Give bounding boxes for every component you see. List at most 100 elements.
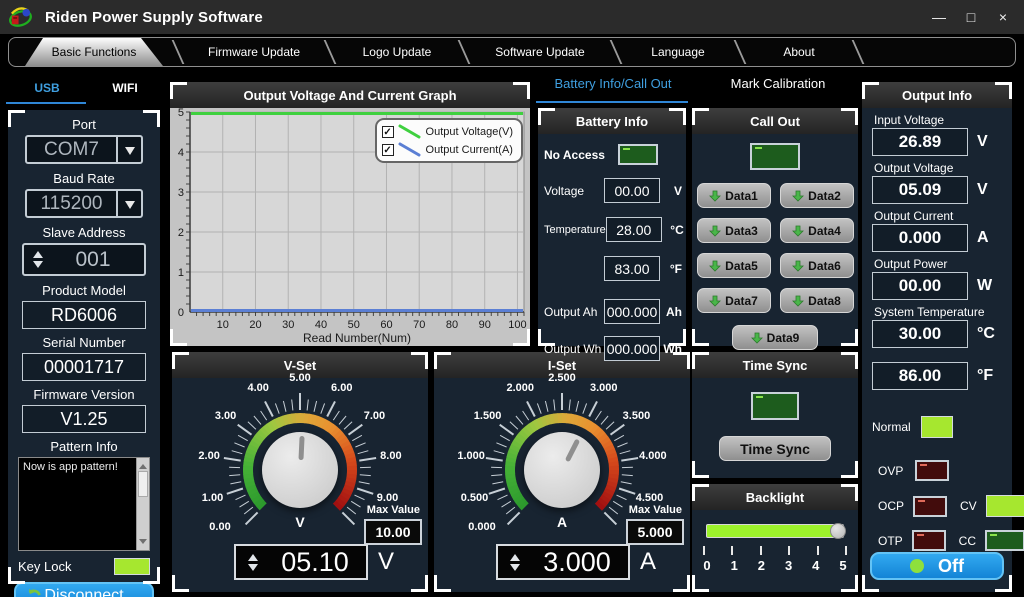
system-temp-f-unit: °F xyxy=(977,367,993,385)
knob-dial[interactable] xyxy=(524,432,600,508)
svg-text:80: 80 xyxy=(446,319,458,331)
ocp-indicator xyxy=(913,496,947,517)
knob-scale-label: 3.500 xyxy=(623,410,651,422)
svg-text:2: 2 xyxy=(178,227,184,239)
knob-scale-label: 4.00 xyxy=(248,382,269,394)
current-series-checkbox[interactable] xyxy=(382,144,394,156)
output-current-value: 0.000 xyxy=(872,224,968,252)
data6-button[interactable]: Data6 xyxy=(780,253,854,278)
step-down-icon[interactable] xyxy=(510,564,520,576)
output-voltage-unit: V xyxy=(977,181,988,199)
svg-text:60: 60 xyxy=(380,319,392,331)
svg-text:100: 100 xyxy=(508,319,526,331)
menu-bar: Basic Functions Firmware Update Logo Upd… xyxy=(8,37,1016,67)
tab-usb[interactable]: USB xyxy=(8,74,86,102)
time-sync-button[interactable]: Time Sync xyxy=(719,436,831,461)
menu-separator xyxy=(610,40,623,64)
battery-tab-underline xyxy=(536,101,688,103)
knob-scale-label: 2.500 xyxy=(548,372,576,384)
data8-button[interactable]: Data8 xyxy=(780,288,854,313)
data4-button[interactable]: Data4 xyxy=(780,218,854,243)
system-temp-f-value: 86.00 xyxy=(872,362,968,390)
slider-handle[interactable] xyxy=(830,523,846,539)
time-sync-panel: Time Sync Time Sync xyxy=(692,352,858,478)
battery-voltage-unit: V xyxy=(660,184,682,198)
input-voltage-label: Input Voltage xyxy=(874,113,1012,126)
data4-label: Data4 xyxy=(808,224,841,238)
app-logo-icon xyxy=(7,4,34,31)
time-sync-led xyxy=(751,392,799,420)
vset-max-label: Max Value xyxy=(367,504,420,516)
scroll-up-icon[interactable] xyxy=(139,460,147,469)
output-power-button[interactable]: Off xyxy=(870,552,1004,580)
step-up-icon[interactable] xyxy=(248,549,258,561)
tab-wifi[interactable]: WIFI xyxy=(86,74,164,102)
backlight-title: Backlight xyxy=(692,484,858,510)
data9-button[interactable]: Data9 xyxy=(732,325,818,350)
menu-tab-about[interactable]: About xyxy=(751,38,847,66)
port-dropdown[interactable]: COM7 xyxy=(25,135,143,164)
minimize-button[interactable]: — xyxy=(930,9,948,25)
disconnect-label: Disconnect xyxy=(44,587,123,597)
pattern-info-box[interactable]: Now is app pattern! xyxy=(18,457,150,551)
output-current-label: Output Current xyxy=(874,209,1012,222)
step-up-icon[interactable] xyxy=(33,246,43,258)
knob-scale-label: 4.500 xyxy=(636,492,664,504)
disconnect-button[interactable]: Disconnect xyxy=(14,582,154,597)
tab-battery-callout[interactable]: Battery Info/Call Out xyxy=(538,76,688,91)
slider-tick xyxy=(788,546,790,555)
iset-panel: I-Set 0.0000.5001.0001.5002.0002.5003.00… xyxy=(434,352,690,592)
cc-label: CC xyxy=(959,534,976,548)
svg-text:10: 10 xyxy=(217,319,229,331)
connection-panel: Port COM7 Baud Rate 115200 Slave Address… xyxy=(8,110,160,584)
scrollbar[interactable] xyxy=(136,458,149,550)
ovp-label: OVP xyxy=(878,464,903,478)
data5-button[interactable]: Data5 xyxy=(697,253,771,278)
chevron-down-icon[interactable] xyxy=(116,191,141,216)
slave-address-stepper[interactable]: 001 xyxy=(22,243,146,276)
menu-tab-firmware-update[interactable]: Firmware Update xyxy=(189,38,319,66)
menu-tab-basic-functions[interactable]: Basic Functions xyxy=(21,38,167,66)
svg-text:3: 3 xyxy=(178,187,184,199)
knob-unit-label: A xyxy=(557,514,567,530)
chevron-down-icon[interactable] xyxy=(116,137,141,162)
vset-max-value[interactable]: 10.00 xyxy=(364,519,422,545)
data7-button[interactable]: Data7 xyxy=(697,288,771,313)
close-button[interactable]: × xyxy=(994,9,1012,25)
data1-button[interactable]: Data1 xyxy=(697,183,771,208)
svg-text:1: 1 xyxy=(178,267,184,279)
usb-tab-underline xyxy=(6,102,86,104)
vset-value-stepper[interactable]: 05.10 xyxy=(234,544,368,580)
svg-text:20: 20 xyxy=(249,319,261,331)
battery-temp-c-value: 28.00 xyxy=(606,217,662,242)
iset-value: 3.000 xyxy=(532,547,628,578)
battery-ah-unit: Ah xyxy=(660,305,682,319)
scroll-down-icon[interactable] xyxy=(139,539,147,548)
iset-value-stepper[interactable]: 3.000 xyxy=(496,544,630,580)
output-voltage-value: 05.09 xyxy=(872,176,968,204)
menu-tab-language[interactable]: Language xyxy=(627,38,729,66)
step-down-icon[interactable] xyxy=(248,564,258,576)
knob-scale-label: 2.00 xyxy=(198,450,219,462)
scroll-thumb[interactable] xyxy=(138,471,148,497)
maximize-button[interactable]: □ xyxy=(962,9,980,25)
port-label: Port xyxy=(72,117,96,132)
tab-mark-calibration[interactable]: Mark Calibration xyxy=(698,76,858,91)
baud-dropdown[interactable]: 115200 xyxy=(25,189,143,218)
knob-scale-label: 1.000 xyxy=(457,450,485,462)
step-up-icon[interactable] xyxy=(510,549,520,561)
menu-tab-software-update[interactable]: Software Update xyxy=(475,38,605,66)
product-model-label: Product Model xyxy=(42,283,126,298)
slider-tick-label: 0 xyxy=(700,558,714,573)
data3-button[interactable]: Data3 xyxy=(697,218,771,243)
data7-label: Data7 xyxy=(725,294,758,308)
menu-tab-logo-update[interactable]: Logo Update xyxy=(341,38,453,66)
knob-scale-label: 4.000 xyxy=(639,450,667,462)
iset-max-value[interactable]: 5.000 xyxy=(626,519,684,545)
knob-scale-label: 3.000 xyxy=(590,382,618,394)
step-down-icon[interactable] xyxy=(33,261,43,273)
data2-button[interactable]: Data2 xyxy=(780,183,854,208)
voltage-series-checkbox[interactable] xyxy=(382,126,394,138)
backlight-slider[interactable] xyxy=(706,524,844,538)
knob-scale-label: 1.00 xyxy=(202,492,223,504)
